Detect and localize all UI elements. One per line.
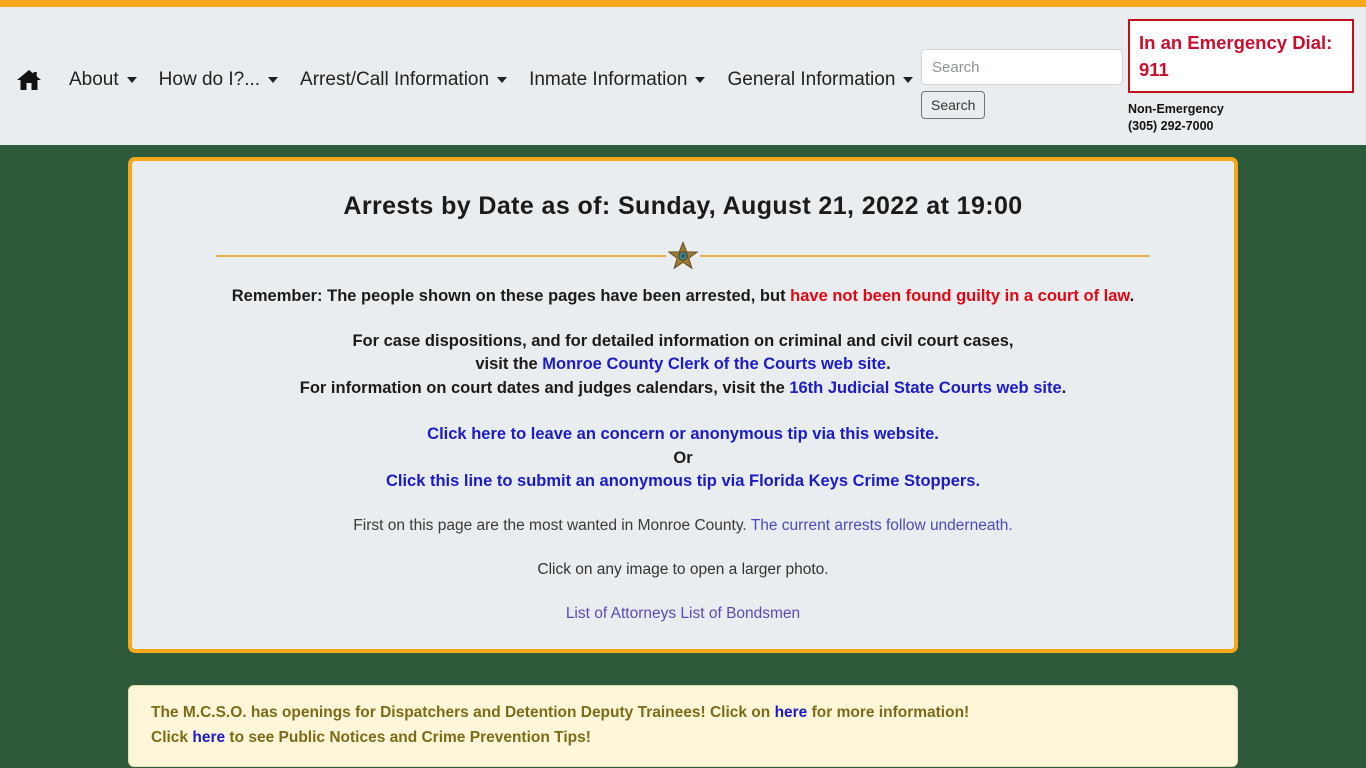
disclaimer-emphasis: have not been found guilty in a court of… (790, 287, 1130, 305)
court-info-line2-prefix: visit the (475, 355, 543, 374)
emergency-dial-label: In an Emergency Dial: (1139, 32, 1333, 53)
chevron-down-icon (695, 77, 706, 83)
chevron-down-icon (126, 77, 137, 83)
sheriff-star-badge-icon (666, 239, 700, 273)
nav-item-label: General Information (727, 69, 896, 90)
clerk-of-courts-link[interactable]: Monroe County Clerk of the Courts web si… (542, 355, 886, 373)
court-info-line3-suffix: . (1061, 378, 1067, 397)
nav-item-about[interactable]: About (58, 69, 148, 91)
nav-item-how-do-i[interactable]: How do I?... (148, 69, 289, 91)
most-wanted-note-text: First on this page are the most wanted i… (353, 516, 751, 534)
top-accent-strip (0, 0, 1366, 7)
court-info-text: For case dispositions, and for detailed … (156, 330, 1210, 400)
notice-public-prefix: Click (151, 728, 193, 746)
search-area: Search (921, 49, 1123, 119)
notice-jobs-prefix: The M.C.S.O. has openings for Dispatcher… (151, 703, 775, 721)
chevron-down-icon (497, 77, 508, 83)
tips-or-label: Or (673, 448, 693, 467)
notice-line-jobs: The M.C.S.O. has openings for Dispatcher… (151, 700, 1215, 725)
nav-item-inmate-information[interactable]: Inmate Information (518, 69, 716, 91)
court-info-line3-prefix: For information on court dates and judge… (299, 378, 790, 397)
public-notices-here-link[interactable]: here (192, 729, 225, 746)
nav-item-label: How do I?... (158, 69, 261, 90)
notice-line-public-notices: Click here to see Public Notices and Cri… (151, 725, 1215, 750)
site-header: About How do I?... Arrest/Call Informati… (0, 7, 1366, 145)
non-emergency-info: Non-Emergency (305) 292-7000 (1128, 101, 1354, 136)
emergency-dial-number: 911 (1139, 58, 1169, 80)
page-body: Arrests by Date as of: Sunday, August 21… (0, 157, 1366, 768)
judicial-courts-link[interactable]: 16th Judicial State Courts web site (789, 379, 1061, 397)
main-navigation: About How do I?... Arrest/Call Informati… (14, 65, 924, 95)
disclaimer-suffix: . (1129, 287, 1135, 305)
click-image-note: Click on any image to open a larger phot… (537, 560, 829, 578)
crime-stoppers-tip-link[interactable]: Click this line to submit an anonymous t… (386, 472, 980, 490)
list-of-bondsmen-link[interactable]: List of Bondsmen (680, 605, 800, 622)
emergency-info: In an Emergency Dial: 911 Non-Emergency … (1128, 19, 1354, 135)
home-icon[interactable] (14, 65, 44, 95)
disclaimer-text: Remember: The people shown on these page… (156, 287, 1210, 306)
list-of-attorneys-link[interactable]: List of Attorneys (566, 605, 676, 622)
page-title: Arrests by Date as of: Sunday, August 21… (343, 192, 1023, 220)
non-emergency-phone: (305) 292-7000 (1128, 118, 1214, 133)
arrests-panel: Arrests by Date as of: Sunday, August 21… (128, 157, 1238, 653)
nav-item-general-information[interactable]: General Information (716, 69, 924, 91)
notice-jobs-suffix: for more information! (807, 703, 970, 721)
nav-item-label: Arrest/Call Information (300, 69, 490, 90)
search-button[interactable]: Search (921, 91, 986, 119)
notice-public-suffix: to see Public Notices and Crime Preventi… (225, 728, 591, 746)
chevron-down-icon (903, 77, 914, 83)
website-tip-link[interactable]: Click here to leave an concern or anonym… (427, 425, 939, 443)
disclaimer-prefix: Remember: The people shown on these page… (231, 287, 791, 305)
most-wanted-note: First on this page are the most wanted i… (156, 517, 1210, 535)
current-arrests-link[interactable]: The current arrests follow underneath. (751, 517, 1013, 534)
chevron-down-icon (268, 77, 279, 83)
non-emergency-label: Non-Emergency (1128, 101, 1224, 116)
tips-section: Click here to leave an concern or anonym… (156, 423, 1210, 493)
announcement-notice: The M.C.S.O. has openings for Dispatcher… (128, 684, 1238, 767)
nav-item-label: Inmate Information (529, 69, 688, 90)
court-info-line2-suffix: . (886, 355, 891, 374)
search-input[interactable] (921, 49, 1123, 85)
emergency-box: In an Emergency Dial: 911 (1128, 19, 1354, 93)
nav-item-arrest-call-information[interactable]: Arrest/Call Information (289, 69, 518, 91)
divider (216, 239, 1150, 273)
court-info-line1: For case dispositions, and for detailed … (352, 332, 1014, 350)
reference-lists: List of Attorneys List of Bondsmen (156, 605, 1210, 623)
nav-item-label: About (69, 69, 119, 90)
jobs-here-link[interactable]: here (775, 704, 808, 721)
